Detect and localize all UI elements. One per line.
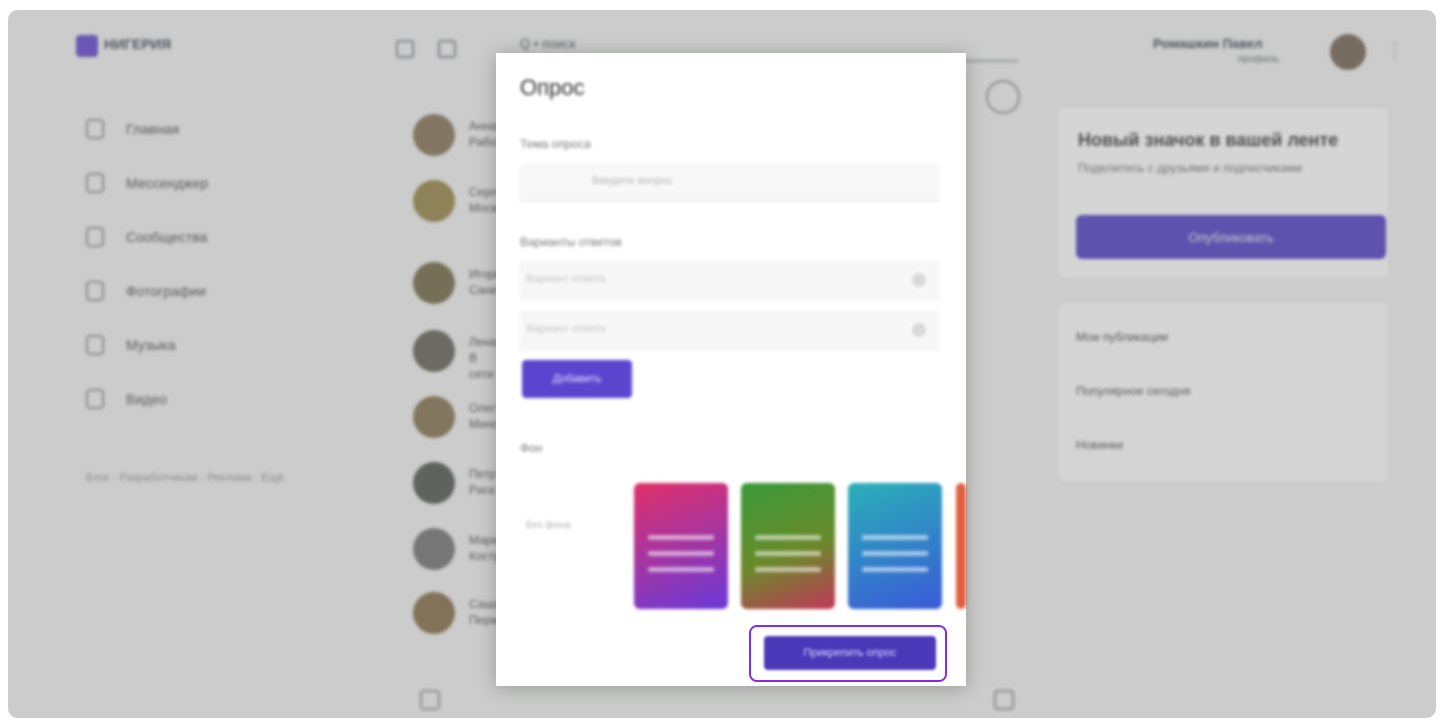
add-option-button[interactable]: Добавить [522, 360, 632, 398]
background-swatch-orange[interactable] [956, 483, 966, 609]
remove-option-icon[interactable] [912, 273, 926, 287]
dialog-title: Опрос [520, 75, 585, 100]
question-placeholder: Введите вопрос [592, 175, 674, 187]
background-swatch-pink[interactable] [634, 483, 728, 609]
question-input[interactable]: Введите вопрос [520, 163, 940, 202]
background-swatch-blue[interactable] [848, 483, 942, 609]
poll-dialog-body: Опрос Тема опроса Введите вопрос Вариант… [496, 53, 966, 686]
option-placeholder: Вариант ответа [526, 323, 606, 335]
option-field[interactable]: Вариант ответа [520, 261, 940, 301]
background-none-option[interactable]: Без фона [526, 518, 626, 628]
option-field[interactable]: Вариант ответа [520, 311, 940, 351]
option-placeholder: Вариант ответа [526, 273, 606, 285]
question-label: Тема опроса [520, 137, 591, 151]
poll-dialog: Опрос Тема опроса Введите вопрос Вариант… [496, 53, 966, 686]
background-swatch-green[interactable] [741, 483, 835, 609]
remove-option-icon[interactable] [912, 323, 926, 337]
options-label: Варианты ответов [520, 235, 622, 249]
background-label: Фон [520, 441, 543, 455]
highlight-outline [749, 625, 947, 682]
